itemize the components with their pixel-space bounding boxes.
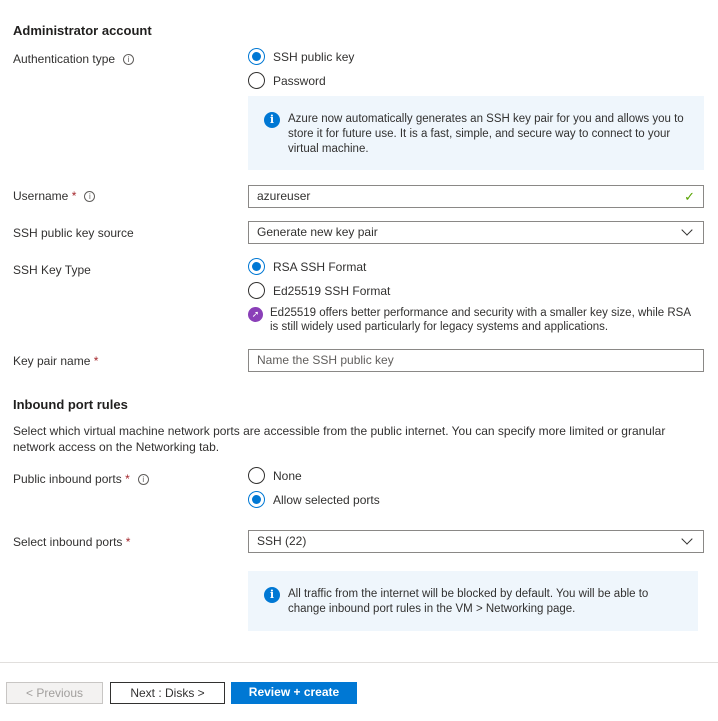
radio-password[interactable]: Password [248, 72, 326, 89]
username-input[interactable]: azureuser ✓ [248, 185, 704, 208]
public-ports-label: Public inbound ports * i [13, 472, 149, 486]
radio-label: SSH public key [273, 49, 355, 64]
required-mark: * [125, 472, 130, 486]
label-text: Authentication type [13, 52, 116, 66]
info-icon[interactable]: i [84, 191, 96, 202]
source-label: SSH public key source [13, 226, 134, 240]
radio-circle[interactable] [248, 467, 265, 484]
check-icon: ✓ [684, 189, 695, 204]
radio-label: RSA SSH Format [273, 259, 367, 274]
required-mark: * [71, 189, 77, 203]
radio-label: None [273, 468, 302, 483]
radio-circle-checked[interactable] [248, 48, 265, 65]
input-value: azureuser [257, 189, 311, 203]
select-ports-label: Select inbound ports * [13, 535, 130, 549]
auth-type-label: Authentication type i [13, 52, 135, 66]
admin-heading: Administrator account [13, 23, 152, 38]
radio-circle-checked[interactable] [248, 491, 265, 508]
radio-label: Ed25519 SSH Format [273, 283, 391, 298]
info-text: Azure now automatically generates an SSH… [288, 113, 684, 155]
radio-circle[interactable] [248, 282, 265, 299]
info-icon: i [264, 112, 280, 128]
radio-ed25519[interactable]: Ed25519 SSH Format [248, 282, 390, 299]
radio-none[interactable]: None [248, 467, 302, 484]
ssh-key-source-select[interactable]: Generate new key pair [248, 221, 704, 244]
chevron-down-icon [681, 224, 693, 236]
review-create-button[interactable]: Review + create [231, 682, 357, 704]
key-pair-name-input[interactable]: Name the SSH public key [248, 349, 704, 372]
key-type-note: ➚ Ed25519 offers better performance and s… [248, 306, 698, 334]
rocket-icon: ➚ [248, 307, 263, 322]
footer-divider [0, 662, 718, 663]
radio-label: Password [273, 73, 326, 88]
inbound-info-box: i All traffic from the internet will be b… [248, 571, 698, 631]
radio-rsa[interactable]: RSA SSH Format [248, 258, 366, 275]
inbound-ports-select[interactable]: SSH (22) [248, 530, 704, 553]
previous-button[interactable]: < Previous [6, 682, 103, 704]
info-icon[interactable]: i [123, 54, 135, 65]
info-icon: i [264, 587, 280, 603]
label-text: Public inbound ports [13, 472, 122, 486]
next-disks-button[interactable]: Next : Disks > [110, 682, 225, 704]
chevron-down-icon [681, 533, 693, 545]
note-text: Ed25519 offers better performance and se… [270, 307, 691, 333]
inbound-description: Select which virtual machine network por… [13, 424, 666, 454]
radio-circle[interactable] [248, 72, 265, 89]
key-pair-name-label: Key pair name * [13, 354, 98, 368]
info-icon[interactable]: i [137, 474, 149, 485]
key-type-label: SSH Key Type [13, 263, 91, 277]
radio-allow-selected[interactable]: Allow selected ports [248, 491, 380, 508]
label-text: Select inbound ports [13, 535, 123, 549]
label-text: Username [13, 189, 69, 203]
info-text: All traffic from the internet will be bl… [288, 588, 649, 615]
input-placeholder: Name the SSH public key [257, 353, 394, 367]
username-label: Username * i [13, 189, 96, 203]
radio-ssh-public-key[interactable]: SSH public key [248, 48, 354, 65]
inbound-heading: Inbound port rules [13, 397, 128, 412]
radio-label: Allow selected ports [273, 492, 380, 507]
select-value: SSH (22) [257, 534, 307, 548]
select-value: Generate new key pair [257, 225, 378, 239]
radio-circle-checked[interactable] [248, 258, 265, 275]
label-text: Key pair name [13, 354, 91, 368]
ssh-info-box: i Azure now automatically generates an SS… [248, 96, 704, 170]
required-mark: * [93, 354, 99, 368]
required-mark: * [125, 535, 131, 549]
